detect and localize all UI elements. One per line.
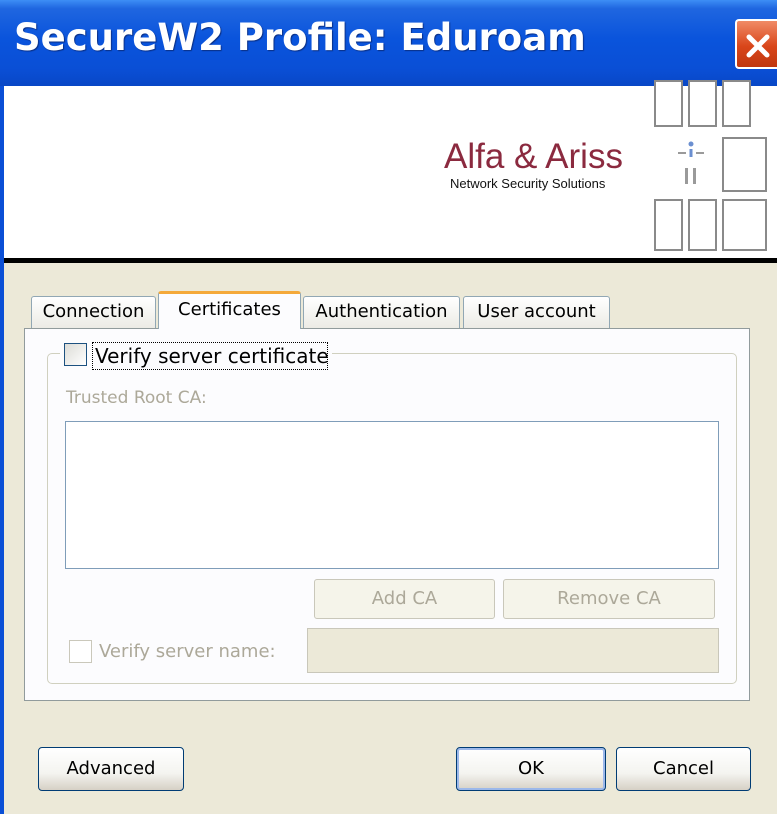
title-bar[interactable]: SecureW2 Profile: Eduroam bbox=[0, 0, 777, 86]
verify-server-certificate-label[interactable]: Verify server certificate bbox=[95, 344, 329, 368]
logo-square bbox=[654, 80, 683, 127]
logo-name: Alfa & Ariss bbox=[444, 137, 623, 176]
cancel-button[interactable]: Cancel bbox=[616, 747, 751, 791]
logo-tagline: Network Security Solutions bbox=[450, 176, 606, 191]
banner-divider bbox=[4, 258, 777, 263]
tab-authentication[interactable]: Authentication bbox=[303, 296, 460, 328]
logo-square bbox=[722, 199, 767, 251]
close-icon bbox=[746, 34, 770, 58]
tab-certificates[interactable]: Certificates bbox=[158, 291, 301, 329]
trusted-root-ca-list[interactable] bbox=[65, 421, 719, 569]
logo-square bbox=[654, 199, 683, 251]
remove-ca-button[interactable]: Remove CA bbox=[503, 579, 715, 619]
logo-square bbox=[722, 137, 767, 192]
verify-server-name-label: Verify server name: bbox=[99, 641, 276, 662]
logo-square bbox=[688, 199, 717, 251]
advanced-button[interactable]: Advanced bbox=[38, 747, 184, 791]
ok-button[interactable]: OK bbox=[456, 747, 606, 791]
tab-connection[interactable]: Connection bbox=[31, 296, 156, 328]
close-button[interactable] bbox=[735, 19, 777, 69]
server-name-input[interactable] bbox=[307, 628, 719, 673]
dialog-window: SecureW2 Profile: Eduroam Alfa & Ariss N… bbox=[0, 0, 777, 814]
verify-server-certificate-checkbox[interactable] bbox=[64, 343, 87, 366]
logo-mark-icon bbox=[678, 141, 704, 184]
tab-user-account[interactable]: User account bbox=[463, 296, 610, 328]
add-ca-button[interactable]: Add CA bbox=[314, 579, 495, 619]
trusted-root-ca-label: Trusted Root CA: bbox=[66, 388, 207, 408]
verify-server-name-checkbox[interactable] bbox=[69, 640, 92, 663]
window-title: SecureW2 Profile: Eduroam bbox=[14, 16, 586, 59]
logo-square bbox=[688, 80, 717, 127]
logo-square bbox=[722, 80, 751, 127]
